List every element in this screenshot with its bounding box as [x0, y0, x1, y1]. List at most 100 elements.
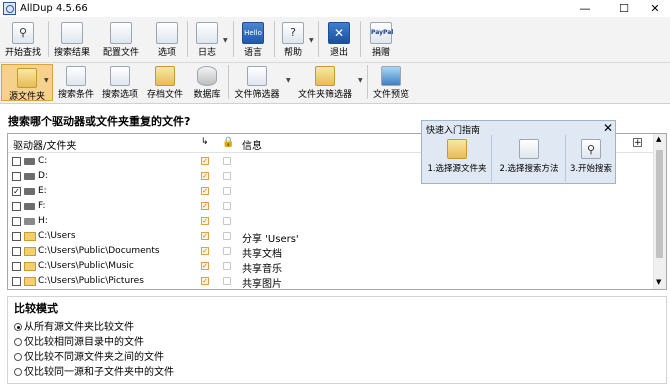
row-info: 共享文档 — [242, 249, 282, 260]
file-filter-button[interactable]: 文件筛选器 — [232, 63, 282, 102]
row-path: C: — [38, 156, 48, 166]
table-row[interactable]: C:\Users\Public\Pictures ✓ 共享图片 — [8, 274, 653, 289]
row-path: E: — [38, 186, 47, 196]
help-dropdown-caret[interactable]: ▼ — [309, 37, 314, 44]
source-folders-caret[interactable]: ▼ — [44, 77, 49, 84]
row-path: C:\Users\Public\Pictures — [38, 276, 144, 286]
scrollbar-thumb[interactable] — [656, 150, 663, 258]
row-checkbox[interactable] — [12, 172, 21, 181]
folder-filter-caret[interactable]: ▼ — [358, 77, 363, 84]
help-button[interactable]: ? 帮助 — [279, 17, 307, 61]
folder-icon — [24, 247, 36, 256]
config-file-icon — [110, 22, 132, 44]
subfolder-check[interactable]: ✓ — [201, 247, 209, 255]
compare-option-same-source-subfolders[interactable]: 仅比较同一源和子文件夹中的文件 — [14, 363, 174, 378]
add-folder-plus-icon[interactable]: + — [633, 138, 642, 148]
table-row[interactable]: C:\Users ✓ 分享 'Users' — [8, 229, 653, 245]
radio[interactable] — [14, 338, 22, 346]
lock-toggle[interactable] — [223, 172, 231, 180]
search-options-button[interactable]: 搜索选项 — [98, 63, 142, 102]
donate-button[interactable]: PayPal 捐赠 — [366, 17, 396, 61]
quickstart-step-1[interactable]: 1.选择源文件夹 — [423, 135, 492, 182]
file-preview-button[interactable]: 文件预览 — [370, 63, 412, 102]
help-icon: ? — [282, 22, 304, 44]
log-button[interactable]: 日志 — [193, 17, 221, 61]
folder-filter-button[interactable]: 文件夹筛选器 — [295, 63, 355, 102]
column-drive-folder[interactable]: 驱动器/文件夹 — [13, 137, 76, 152]
subfolder-check[interactable]: ✓ — [201, 277, 209, 285]
row-checkbox[interactable] — [12, 202, 21, 211]
lock-toggle[interactable] — [223, 262, 231, 270]
magnifier-icon: ⚲ — [12, 22, 34, 44]
table-row[interactable]: H: ✓ — [8, 214, 653, 229]
log-dropdown-caret[interactable]: ▼ — [223, 37, 228, 44]
main-toolbar: ⚲ 开始查找 搜索结果 配置文件 选项 日志 ▼ Hello 语言 ? 帮助 ▼… — [0, 17, 670, 63]
search-results-button[interactable]: 搜索结果 — [51, 17, 93, 61]
table-row[interactable]: C:\Users\Public\Music ✓ 共享音乐 — [8, 259, 653, 275]
drive-icon — [24, 158, 35, 165]
subfolder-check[interactable]: ✓ — [201, 262, 209, 270]
lock-toggle[interactable] — [223, 202, 231, 210]
row-checkbox[interactable] — [12, 277, 21, 286]
row-path: C:\Users\Public\Music — [38, 261, 134, 271]
file-filter-caret[interactable]: ▼ — [286, 77, 291, 84]
drive-icon — [24, 188, 35, 195]
maximize-button[interactable]: ☐ — [609, 0, 639, 17]
column-info[interactable]: 信息 — [242, 137, 262, 152]
lock-toggle[interactable] — [223, 217, 231, 225]
subfolder-check[interactable]: ✓ — [201, 172, 209, 180]
minimize-button[interactable]: — — [570, 0, 600, 17]
row-checkbox[interactable] — [12, 262, 21, 271]
row-checkbox[interactable] — [12, 157, 21, 166]
grid-vertical-scrollbar[interactable]: ▲ ▼ — [653, 134, 666, 289]
lock-toggle[interactable] — [223, 247, 231, 255]
table-row[interactable]: ✓ E: ✓ — [8, 184, 653, 199]
row-checkbox[interactable] — [12, 217, 21, 226]
subfolder-check[interactable]: ✓ — [201, 157, 209, 165]
lock-toggle[interactable] — [223, 277, 231, 285]
row-checkbox[interactable]: ✓ — [12, 187, 21, 196]
row-checkbox[interactable] — [12, 232, 21, 241]
row-checkbox[interactable] — [12, 247, 21, 256]
store-files-button[interactable]: 存档文件 — [144, 63, 186, 102]
subfolder-check[interactable]: ✓ — [201, 187, 209, 195]
compare-mode-title: 比较模式 — [14, 302, 58, 315]
options-button[interactable]: 选项 — [152, 17, 182, 61]
title-bar: AllDup 4.5.66 — ☐ ✕ — [0, 0, 670, 17]
config-file-button[interactable]: 配置文件 — [100, 17, 142, 61]
lock-toggle[interactable] — [223, 157, 231, 165]
folder-icon — [24, 232, 36, 241]
search-criteria-button[interactable]: 搜索条件 — [55, 63, 97, 102]
table-row[interactable]: C:\Users\Public\Documents ✓ 共享文档 — [8, 244, 653, 260]
lock-toggle[interactable] — [223, 187, 231, 195]
compare-option-different[interactable]: 仅比较不同源文件夹之间的文件 — [14, 348, 164, 363]
subfolder-column-icon[interactable]: ↳ — [201, 137, 209, 147]
quickstart-close-icon[interactable]: ✕ — [603, 121, 613, 135]
table-row[interactable]: F: ✓ — [8, 199, 653, 214]
quickstart-step-3[interactable]: ⚲ 3.开始搜索 — [567, 135, 615, 182]
options-icon — [156, 22, 178, 44]
quickstart-step-2[interactable]: 2.选择搜索方法 — [493, 135, 566, 182]
search-question-label: 搜索哪个驱动器或文件夹重复的文件? — [8, 115, 191, 128]
scroll-down-icon[interactable]: ▼ — [656, 278, 661, 286]
language-button[interactable]: Hello 语言 — [239, 17, 267, 61]
close-window-button[interactable]: ✕ — [640, 0, 670, 17]
compare-option-same-dir[interactable]: 仅比较相同源目录中的文件 — [14, 333, 144, 348]
radio-selected[interactable] — [14, 323, 22, 331]
file-preview-icon — [381, 66, 401, 86]
radio[interactable] — [14, 353, 22, 361]
database-icon — [197, 66, 217, 86]
subfolder-check[interactable]: ✓ — [201, 202, 209, 210]
scroll-up-icon[interactable]: ▲ — [656, 135, 661, 143]
radio[interactable] — [14, 368, 22, 376]
compare-option-all[interactable]: 从所有源文件夹比较文件 — [14, 318, 134, 333]
database-button[interactable]: 数据库 — [190, 63, 224, 102]
start-search-button[interactable]: ⚲ 开始查找 — [2, 17, 44, 61]
lock-column-icon[interactable]: 🔒 — [222, 137, 234, 148]
exit-button[interactable]: ✕ 退出 — [325, 17, 353, 61]
hello-language-icon: Hello — [242, 22, 264, 44]
subfolder-check[interactable]: ✓ — [201, 217, 209, 225]
subfolder-check[interactable]: ✓ — [201, 232, 209, 240]
lock-toggle[interactable] — [223, 232, 231, 240]
paypal-icon: PayPal — [370, 22, 393, 44]
